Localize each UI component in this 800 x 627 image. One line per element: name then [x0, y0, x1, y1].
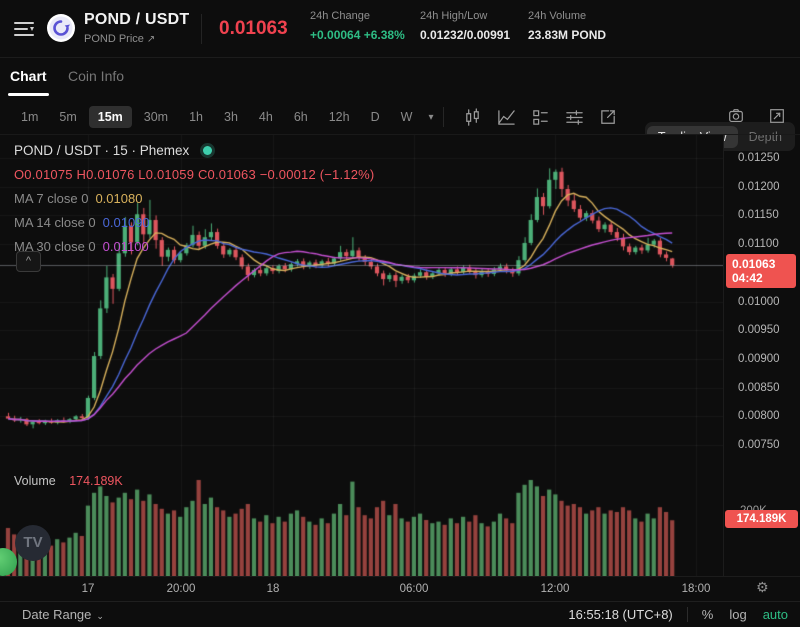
price-axis-label: 0.01250: [738, 152, 780, 164]
header-stat: 24h Change +0.00064 +6.38%: [310, 10, 405, 42]
timeframe-4h[interactable]: 4h: [250, 106, 282, 128]
header-divider: [201, 14, 202, 44]
tradingview-watermark: TV: [15, 525, 51, 561]
clock: 16:55:18 (UTC+8): [568, 607, 672, 622]
time-axis-label: 06:00: [400, 583, 429, 595]
connection-status-dot: [203, 146, 212, 155]
ma-value: 0.01100: [103, 239, 149, 254]
timeframe-5m[interactable]: 5m: [50, 106, 85, 128]
timeframe-list: 1m5m15m30m1h3h4h6h12hDW: [12, 106, 424, 128]
stat-value: 0.01232/0.00991: [420, 28, 510, 42]
stat-label: 24h Change: [310, 10, 405, 22]
toolbar-divider: [443, 107, 444, 127]
time-axis[interactable]: 17 20:00 18 06:00 12:00 18:00 ⚙: [0, 576, 800, 601]
time-axis-label: 20:00: [167, 583, 196, 595]
ma-value: 0.01080: [95, 191, 142, 206]
auto-scale-button[interactable]: auto: [763, 607, 788, 622]
symbol-title: POND / USDT: [84, 11, 189, 29]
timeframe-12h[interactable]: 12h: [320, 106, 359, 128]
trading-app: POND / USDT POND Price↗ 0.01063 24h Chan…: [0, 0, 800, 627]
timeframe-D[interactable]: D: [362, 106, 389, 128]
price-axis-label: 0.00750: [738, 439, 780, 451]
tab-chart[interactable]: Chart: [10, 68, 47, 84]
stat-value: 23.83M POND: [528, 28, 606, 42]
tabs-row: Chart Coin Info TradingView Depth: [0, 58, 800, 100]
gear-icon[interactable]: ⚙: [756, 580, 769, 596]
stat-value: +0.00064 +6.38%: [310, 28, 405, 42]
current-price-badge: 0.01063 04:42: [726, 254, 796, 288]
percent-scale-button[interactable]: %: [702, 607, 714, 622]
ma-row: MA 30 close 00.01100: [14, 239, 374, 254]
stat-label: 24h High/Low: [420, 10, 510, 22]
hamburger-menu-icon[interactable]: [13, 19, 35, 39]
camera-icon[interactable]: [727, 107, 745, 130]
ohlc-values: O0.01075 H0.01076 L0.01059 C0.01063 −0.0…: [14, 167, 374, 182]
ma-value: 0.01090: [103, 215, 150, 230]
badge-countdown: 04:42: [732, 271, 790, 285]
ma-row: MA 14 close 0 0.01090: [14, 215, 374, 230]
header-stat: 24h High/Low 0.01232/0.00991: [420, 10, 510, 42]
stat-label: 24h Volume: [528, 10, 606, 22]
coin-logo-icon: [46, 13, 76, 43]
time-axis-label: 17: [82, 583, 95, 595]
ma-label: MA 14 close 0: [14, 215, 96, 230]
active-tab-underline: [8, 93, 49, 96]
chart-legend: POND / USDT · 15 · Phemex O0.01075 H0.01…: [14, 143, 374, 254]
price-axis-label: 0.00800: [738, 410, 780, 422]
volume-legend: Volume 174.189K: [14, 474, 123, 488]
price-axis-label: 0.01000: [738, 296, 780, 308]
toolbar-icons: [448, 108, 618, 127]
time-axis-label: 12:00: [541, 583, 570, 595]
bottom-bar-right: 16:55:18 (UTC+8) % log auto: [568, 607, 790, 622]
timeframe-dropdown-icon[interactable]: ▾: [428, 112, 433, 123]
timeframe-6h[interactable]: 6h: [285, 106, 317, 128]
last-price: 0.01063: [219, 18, 288, 40]
settings-sliders-icon[interactable]: [565, 108, 584, 127]
tab-coin-info[interactable]: Coin Info: [68, 68, 124, 84]
timeframe-15m[interactable]: 15m: [89, 106, 132, 128]
price-axis-label: 0.00950: [738, 324, 780, 336]
log-scale-button[interactable]: log: [729, 607, 746, 622]
current-volume-badge: 174.189K: [725, 510, 798, 528]
bottom-bar: Date Range⌄ 16:55:18 (UTC+8) % log auto: [0, 601, 800, 627]
price-axis-label: 0.01100: [738, 238, 779, 250]
price-axis-label: 0.01200: [738, 181, 780, 193]
chevron-down-icon: ⌄: [96, 612, 104, 622]
bottom-bar-divider: [687, 607, 688, 622]
fullscreen-icon[interactable]: [768, 107, 786, 130]
header-stat: 24h Volume 23.83M POND: [528, 10, 606, 42]
volume-value: 174.189K: [69, 474, 123, 488]
legend-title: POND / USDT · 15 · Phemex: [14, 143, 374, 158]
price-axis[interactable]: 0.01250 0.01200 0.01150 0.01100 0.01000 0.009…: [723, 135, 800, 576]
ma-row: MA 7 close 0 0.01080: [14, 191, 374, 206]
price-axis-label: 0.01150: [738, 209, 779, 221]
external-link-icon[interactable]: ↗: [147, 34, 155, 45]
candles-icon[interactable]: [463, 108, 482, 127]
chart-region: POND / USDT · 15 · Phemex O0.01075 H0.01…: [0, 135, 800, 601]
price-axis-label: 0.00900: [738, 353, 780, 365]
time-axis-label: 18:00: [682, 583, 711, 595]
legend-collapse-button[interactable]: ^: [16, 251, 41, 272]
symbol-subtitle: POND Price↗: [84, 33, 189, 45]
price-axis-label: 0.00850: [738, 382, 780, 394]
symbol-selector[interactable]: POND / USDT POND Price↗: [84, 11, 189, 45]
timeframe-3h[interactable]: 3h: [215, 106, 247, 128]
timeframe-1m[interactable]: 1m: [12, 106, 47, 128]
indicators-icon[interactable]: [497, 108, 516, 127]
app-header: POND / USDT POND Price↗ 0.01063 24h Chan…: [0, 0, 800, 58]
ma-legend: MA 7 close 00.01080MA 14 close 00.01090M…: [14, 191, 374, 254]
timeframe-1h[interactable]: 1h: [180, 106, 212, 128]
layout-icon[interactable]: [531, 108, 550, 127]
export-icon[interactable]: [599, 108, 618, 127]
volume-label: Volume: [14, 474, 56, 488]
badge-price: 0.01063: [732, 257, 790, 271]
chart-toolbar: 1m5m15m30m1h3h4h6h12hDW ▾: [0, 100, 800, 135]
timeframe-30m[interactable]: 30m: [135, 106, 177, 128]
timeframe-W[interactable]: W: [392, 106, 422, 128]
time-axis-label: 18: [267, 583, 280, 595]
ma-label: MA 7 close 0: [14, 191, 88, 206]
date-range-button[interactable]: Date Range⌄: [22, 607, 104, 622]
